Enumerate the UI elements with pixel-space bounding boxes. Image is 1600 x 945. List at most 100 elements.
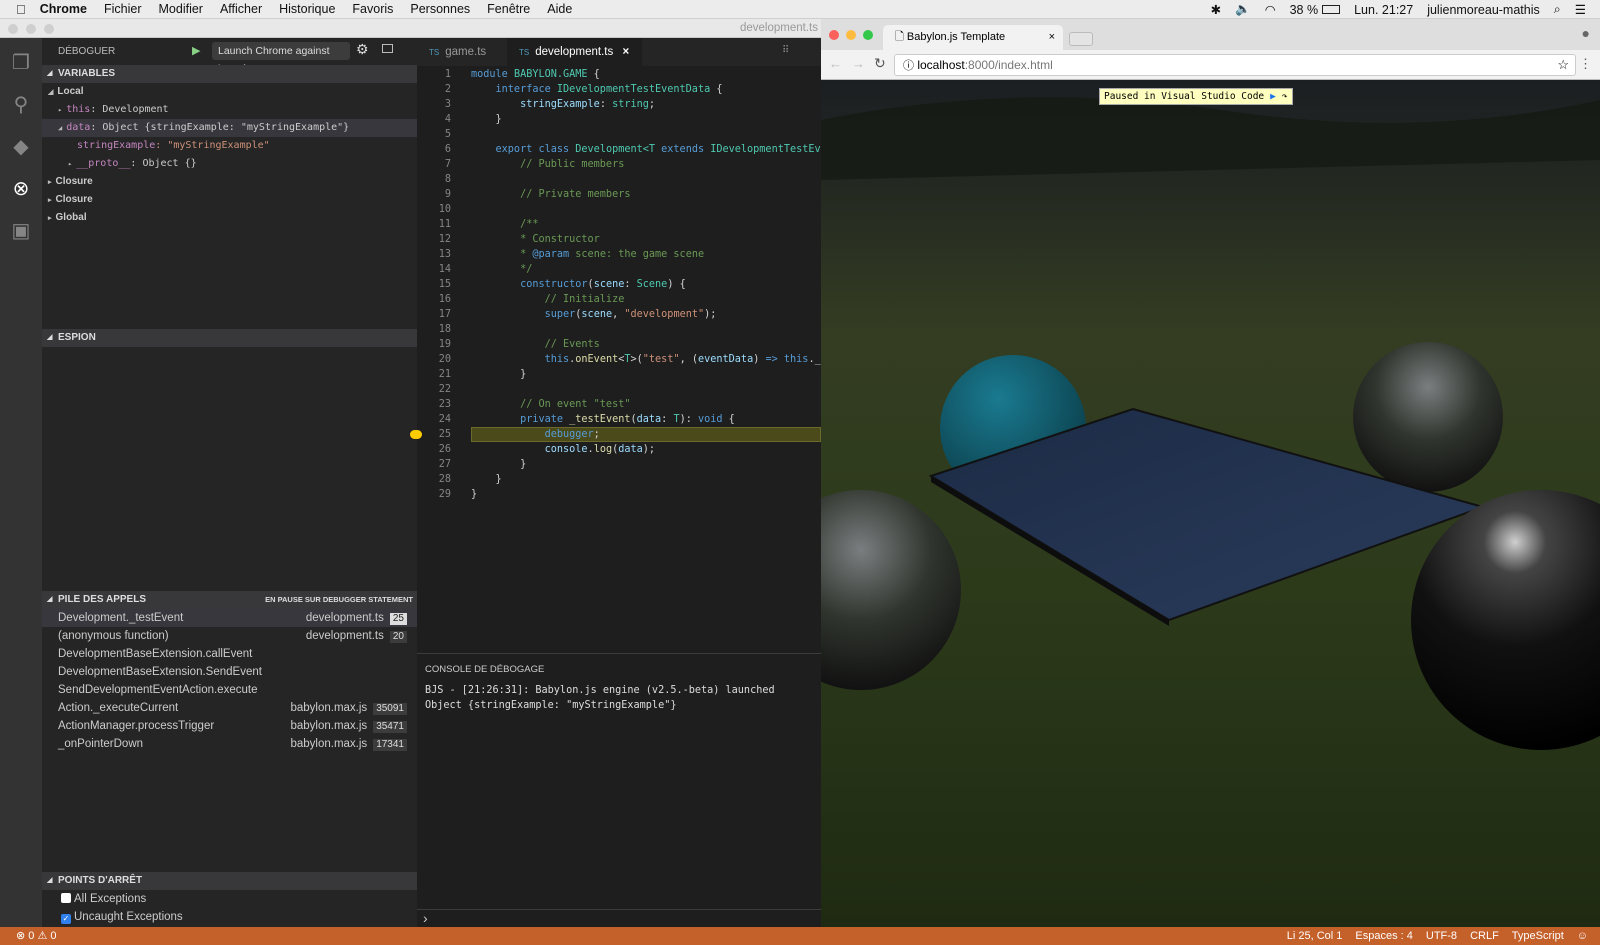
clock[interactable]: Lun. 21:27	[1354, 3, 1413, 17]
debug-console-icon[interactable]	[382, 44, 393, 53]
code-line[interactable]: 2 interface IDevelopmentTestEventData {	[417, 82, 821, 97]
code-line[interactable]: 12 * Constructor	[417, 232, 821, 247]
apple-icon[interactable]: 	[16, 2, 26, 17]
new-tab-button[interactable]	[1069, 32, 1093, 46]
console-input[interactable]: ›	[417, 909, 821, 927]
code-line[interactable]: 15 constructor(scene: Scene) {	[417, 277, 821, 292]
code-line[interactable]: 17 super(scene, "development");	[417, 307, 821, 322]
callstack-frame[interactable]: DevelopmentBaseExtension.callEvent	[42, 645, 417, 663]
code-editor[interactable]: 1 module BABYLON.GAME {2 interface IDevel…	[410, 67, 827, 502]
bluetooth-icon[interactable]: ✱	[1211, 2, 1221, 17]
bookmark-star-icon[interactable]: ☆	[1557, 55, 1569, 75]
launch-config-select[interactable]: Launch Chrome against loca ⇕	[212, 42, 350, 75]
code-line[interactable]: 13 * @param scene: the game scene	[417, 247, 821, 262]
menu-fenetre[interactable]: Fenêtre	[487, 2, 530, 16]
close-window-button[interactable]	[8, 24, 18, 34]
callstack-frame[interactable]: (anonymous function) development.ts 20	[42, 627, 417, 645]
encoding[interactable]: UTF-8	[1426, 927, 1457, 945]
errors-indicator[interactable]: ⊗ 0 ⚠ 0	[16, 927, 57, 945]
notification-center-icon[interactable]: ☰	[1575, 2, 1586, 17]
babylon-canvas[interactable]: Paused in Visual Studio Code ▶ ↷	[821, 80, 1600, 927]
close-window-button[interactable]	[829, 30, 839, 40]
menu-aide[interactable]: Aide	[547, 2, 572, 16]
code-line[interactable]: 6 export class Development<T extends IDe…	[417, 142, 827, 157]
callstack-frame[interactable]: SendDevelopmentEventAction.execute	[42, 681, 417, 699]
menu-personnes[interactable]: Personnes	[410, 2, 470, 16]
tab-game-ts[interactable]: TS game.ts	[417, 38, 507, 66]
start-debugging-icon[interactable]: ▶	[192, 44, 200, 57]
code-line[interactable]: 14 */	[417, 262, 821, 277]
minimize-window-button[interactable]	[26, 24, 36, 34]
callstack-frame[interactable]: ActionManager.processTrigger babylon.max.…	[42, 717, 417, 735]
menu-afficher[interactable]: Afficher	[220, 2, 262, 16]
variable-proto[interactable]: ▸ __proto__: Object {}	[42, 155, 417, 173]
code-line[interactable]: 5	[417, 127, 821, 142]
line-endings[interactable]: CRLF	[1470, 927, 1499, 945]
menu-fichier[interactable]: Fichier	[104, 2, 142, 16]
callstack-header[interactable]: ◢ PILE DES APPELS EN PAUSE SUR DEBUGGER ST…	[42, 591, 417, 609]
code-line[interactable]: 25 debugger;	[410, 427, 821, 442]
callstack-frame[interactable]: DevelopmentBaseExtension.SendEvent	[42, 663, 417, 681]
variable-data[interactable]: ◢ data: Object {stringExample: "myStringE…	[42, 119, 417, 137]
forward-icon[interactable]: →	[852, 56, 865, 71]
variable-this[interactable]: ▸ this: Development	[42, 101, 417, 119]
explorer-icon[interactable]: ❐	[8, 50, 34, 76]
wifi-icon[interactable]: ◠	[1265, 2, 1276, 17]
volume-icon[interactable]: 🔈	[1235, 2, 1251, 17]
callstack-frame[interactable]: _onPointerDown babylon.max.js 17341	[42, 735, 417, 753]
code-line[interactable]: 23 // On event "test"	[417, 397, 821, 412]
menu-icon[interactable]: ⋮	[1579, 56, 1592, 72]
breakpoint-uncaught-exceptions[interactable]: ✓ Uncaught Exceptions	[42, 908, 417, 926]
close-tab-icon[interactable]: ×	[622, 46, 629, 58]
git-icon[interactable]: ◆	[8, 134, 34, 160]
breakpoint-all-exceptions[interactable]: All Exceptions	[42, 890, 417, 908]
code-line[interactable]: 20 this.onEvent<T>("test", (eventData) =…	[417, 352, 827, 367]
close-tab-icon[interactable]: ×	[1049, 25, 1055, 49]
code-line[interactable]: 29}	[417, 487, 821, 502]
checkbox-unchecked[interactable]	[61, 893, 71, 903]
debug-icon[interactable]: ⊗	[8, 176, 34, 202]
breakpoints-header[interactable]: ◢ POINTS D'ARRÊT	[42, 872, 417, 890]
code-line[interactable]: 27 }	[417, 457, 821, 472]
indentation[interactable]: Espaces : 4	[1355, 927, 1412, 945]
zoom-window-button[interactable]	[863, 30, 873, 40]
variable-stringexample[interactable]: stringExample: "myStringExample"	[42, 137, 417, 155]
chrome-tab[interactable]: 🗋 Babylon.js Template ×	[883, 25, 1063, 50]
code-line[interactable]: 18	[417, 322, 821, 337]
code-line[interactable]: 8	[417, 172, 821, 187]
resume-icon[interactable]: ▶	[1270, 89, 1276, 104]
spotlight-search-icon[interactable]: ⌕	[1554, 2, 1561, 17]
reload-icon[interactable]: ↻	[874, 55, 886, 72]
search-icon[interactable]: ⚲	[8, 92, 34, 118]
extensions-icon[interactable]: ▣	[8, 218, 34, 244]
battery-percent[interactable]: 38 %	[1290, 3, 1319, 17]
callstack-frame[interactable]: Development._testEvent development.ts 25	[42, 609, 417, 627]
code-line[interactable]: 4 }	[417, 112, 821, 127]
cursor-position[interactable]: Li 25, Col 1	[1287, 927, 1343, 945]
back-icon[interactable]: ←	[829, 56, 842, 71]
checkbox-checked[interactable]: ✓	[61, 914, 71, 924]
code-line[interactable]: 26 console.log(data);	[417, 442, 821, 457]
code-line[interactable]: 7 // Public members	[417, 157, 821, 172]
code-line[interactable]: 24 private _testEvent(data: T): void {	[417, 412, 821, 427]
code-line[interactable]: 1 module BABYLON.GAME {	[417, 67, 821, 82]
drag-handle-icon[interactable]: ⠿	[782, 45, 789, 56]
minimize-window-button[interactable]	[846, 30, 856, 40]
code-line[interactable]: 3 stringExample: string;	[417, 97, 821, 112]
scope-global[interactable]: ▸ Global	[42, 209, 417, 227]
menu-historique[interactable]: Historique	[279, 2, 335, 16]
code-line[interactable]: 11 /**	[417, 217, 821, 232]
code-line[interactable]: 10	[417, 202, 821, 217]
url-bar[interactable]: ⓘ localhost:8000/index.html ☆	[894, 54, 1576, 76]
feedback-smiley-icon[interactable]: ☺	[1577, 927, 1588, 945]
profile-icon[interactable]: ●	[1582, 25, 1590, 41]
scope-closure[interactable]: ▸ Closure	[42, 191, 417, 209]
scope-closure[interactable]: ▸ Closure	[42, 173, 417, 191]
tab-development-ts[interactable]: TS development.ts ×	[507, 38, 642, 66]
scope-local[interactable]: ◢ Local	[42, 83, 417, 101]
code-line[interactable]: 22	[417, 382, 821, 397]
watch-header[interactable]: ◢ ESPION	[42, 329, 417, 347]
variables-header[interactable]: ◢ VARIABLES	[42, 65, 417, 83]
code-line[interactable]: 21 }	[417, 367, 821, 382]
step-over-icon[interactable]: ↷	[1282, 89, 1288, 104]
